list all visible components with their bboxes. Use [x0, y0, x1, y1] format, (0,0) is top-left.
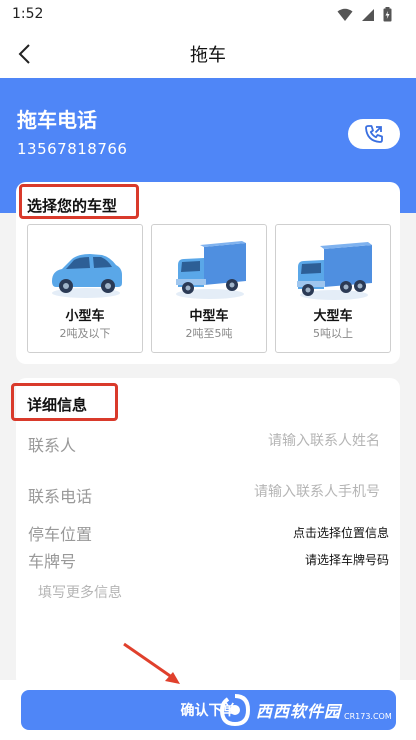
select-location-button[interactable]: 点击选择位置信息 — [293, 524, 389, 541]
large-truck-icon — [297, 242, 372, 300]
tow-phone-title: 拖车电话 — [17, 108, 97, 132]
phone-call-icon — [365, 125, 383, 143]
select-plate-button[interactable]: 请选择车牌号码 — [305, 551, 389, 568]
vehicle-name: 大型车 — [313, 309, 353, 324]
watermark-logo-icon — [219, 694, 251, 727]
vehicle-option-medium[interactable]: 中型车 2吨至5吨 — [151, 224, 267, 353]
highlight-box-details-title — [11, 383, 118, 421]
vehicle-weight-range: 5吨以上 — [313, 327, 353, 340]
highlight-box-vehicle-title — [19, 184, 139, 219]
parking-location-label: 停车位置 — [28, 525, 93, 544]
truck-icon — [176, 241, 246, 299]
page-title: 拖车 — [190, 45, 226, 66]
battery-icon — [383, 7, 392, 22]
watermark-text: 西西软件园 — [256, 702, 342, 721]
watermark-subtext: CR173.COM — [344, 712, 392, 721]
status-bar: 1:52 — [0, 0, 416, 30]
contact-label: 联系人 — [28, 436, 77, 455]
vehicle-name: 小型车 — [65, 309, 105, 324]
vehicle-option-large[interactable]: 大型车 5吨以上 — [275, 224, 391, 353]
contact-name-input[interactable] — [180, 433, 380, 449]
vehicle-weight-range: 2吨及以下 — [59, 327, 111, 340]
tow-phone-number: 13567818766 — [17, 140, 128, 158]
vehicle-option-small[interactable]: 小型车 2吨及以下 — [27, 224, 143, 353]
app-bar: 拖车 — [0, 30, 416, 78]
vehicle-weight-range: 2吨至5吨 — [185, 327, 233, 340]
vehicle-name: 中型车 — [189, 309, 229, 324]
car-icon — [52, 254, 122, 298]
status-icons — [337, 7, 392, 22]
watermark: 西西软件园 CR173.COM — [218, 690, 396, 730]
signal-icon — [362, 8, 374, 21]
contact-phone-input[interactable] — [180, 484, 380, 500]
wifi-icon — [337, 8, 353, 21]
status-time: 1:52 — [12, 6, 44, 22]
contact-phone-label: 联系电话 — [28, 487, 93, 506]
call-button[interactable] — [348, 119, 400, 149]
notes-textarea[interactable] — [28, 574, 390, 682]
plate-number-label: 车牌号 — [28, 552, 77, 571]
annotation-arrow-icon — [123, 642, 180, 684]
